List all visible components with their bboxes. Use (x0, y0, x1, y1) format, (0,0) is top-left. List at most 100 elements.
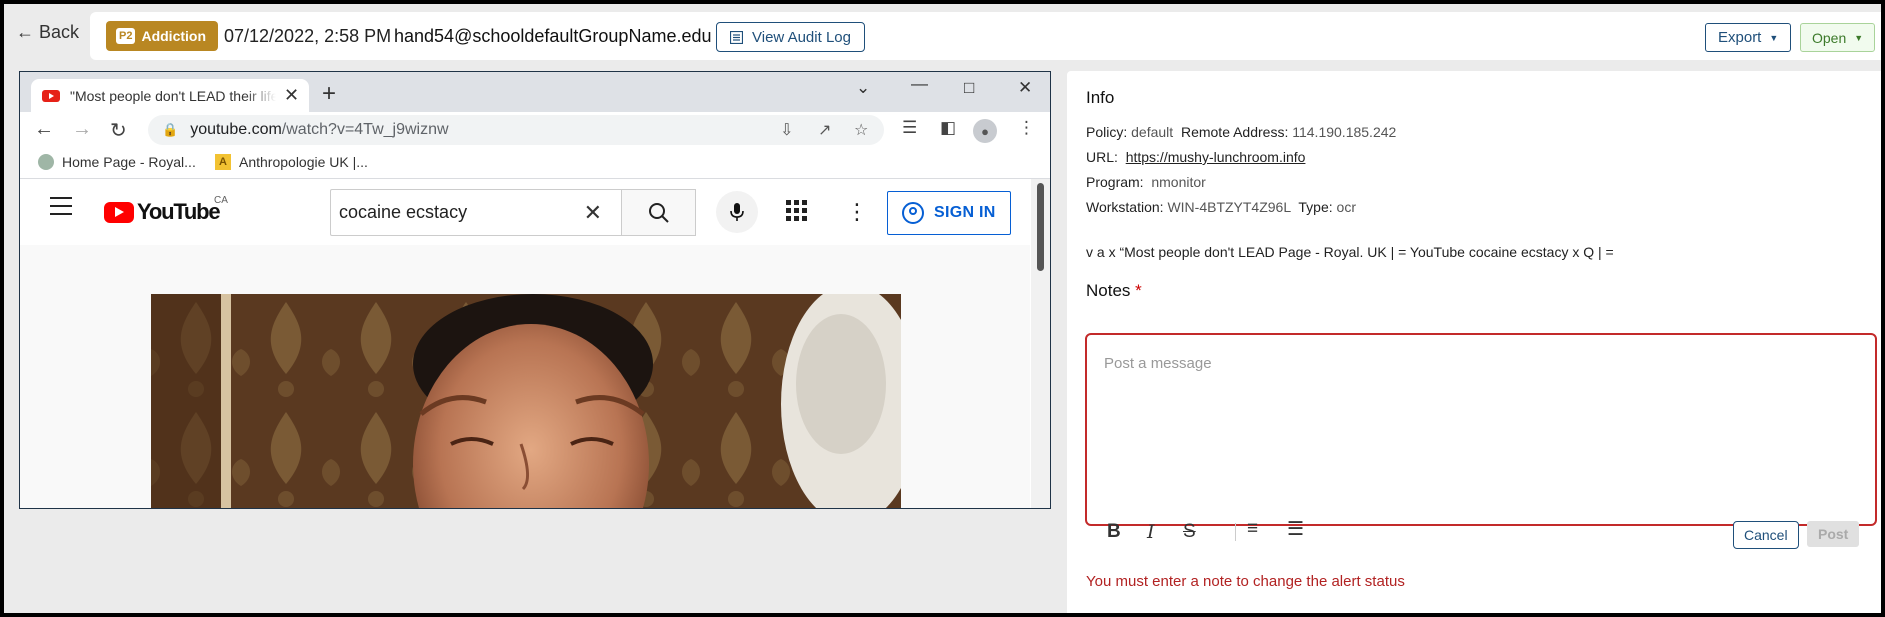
youtube-search-button (621, 189, 696, 236)
category-badge: P2 Addiction (106, 21, 219, 51)
close-icon: ✕ (284, 85, 300, 105)
scrollbar-thumb (1037, 183, 1044, 271)
microphone-icon (716, 191, 758, 233)
policy-row: Policy: default Remote Address: 114.190.… (1086, 124, 1396, 140)
export-label: Export (1718, 29, 1762, 46)
caret-down-icon: ▼ (1769, 32, 1779, 43)
browser-tabstrip: "Most people don't LEAD their life ✕ + ⌄… (20, 72, 1050, 112)
export-dropdown[interactable]: Export ▼ (1705, 23, 1792, 52)
close-icon: ✕ (1018, 78, 1033, 97)
back-button[interactable]: ← Back (16, 22, 79, 43)
top-bar: ← Back P2 Addiction 07/12/2022, 2:58 PM … (4, 4, 1881, 68)
required-mark: * (1135, 281, 1142, 300)
scrollbar (1031, 179, 1050, 508)
browser-tab: "Most people don't LEAD their life ✕ (31, 79, 309, 112)
media-queue-icon: ☰ (902, 118, 918, 137)
validation-error: You must enter a note to change the aler… (1086, 573, 1405, 590)
bookmark-item: A Anthropologie UK |... (215, 154, 368, 170)
maximize-icon: □ (964, 78, 975, 97)
italic-icon[interactable]: I (1147, 521, 1155, 543)
notes-label: Notes (1086, 281, 1131, 300)
plus-icon: + (322, 80, 337, 107)
user-email: hand54@schooldefaultGroupName.edu (394, 26, 712, 46)
url-path: /watch?v=4Tw_j9wiznw (281, 121, 449, 138)
youtube-play-icon (104, 201, 134, 223)
youtube-favicon-icon (42, 89, 60, 102)
caret-down-icon: ▼ (1854, 32, 1864, 43)
profile-icon: ● (973, 119, 997, 143)
numbered-list-icon[interactable]: ☰ (1287, 518, 1304, 541)
bold-icon[interactable]: B (1107, 521, 1121, 543)
tab-title: "Most people don't LEAD their life (70, 87, 276, 104)
policy-value: default (1131, 124, 1174, 140)
program-value: nmonitor (1151, 174, 1206, 190)
youtube-logo: YouTube (104, 199, 221, 225)
bookmarks-bar: Home Page - Royal... A Anthropologie UK … (20, 148, 1050, 179)
bookmark-label: Anthropologie UK |... (239, 154, 368, 170)
bullet-list-icon[interactable]: ≡ (1247, 518, 1258, 540)
url-label: URL: (1086, 149, 1118, 165)
ocr-text: v a x “Most people don't LEAD Page - Roy… (1086, 244, 1614, 260)
cancel-button[interactable]: Cancel (1733, 521, 1799, 549)
royal-favicon-icon (38, 154, 54, 170)
notes-input[interactable]: Post a message (1104, 355, 1212, 372)
account-icon (902, 202, 924, 224)
youtube-wordmark: YouTube (137, 199, 221, 224)
priority-icon: P2 (116, 28, 136, 44)
omnibox-url: youtube.com/watch?v=4Tw_j9wiznw (190, 121, 448, 139)
chevron-down-icon: ⌄ (856, 78, 871, 97)
mic-glyph-icon (730, 203, 744, 221)
install-icon: ⇩ (780, 122, 794, 139)
notes-title: Notes * (1086, 281, 1142, 301)
category-label: Addiction (141, 28, 207, 44)
reload-icon: ↻ (110, 120, 127, 142)
url-row: URL: https://mushy-lunchroom.info (1086, 149, 1305, 165)
apps-grid-icon (786, 200, 807, 221)
status-dropdown[interactable]: Open ▼ (1800, 23, 1876, 52)
notes-editor[interactable]: Post a message B I S ≡ ☰ Cancel Post (1085, 333, 1877, 549)
video-thumbnail-image (151, 294, 901, 508)
post-button[interactable]: Post (1807, 521, 1860, 547)
lock-icon: 🔒 (162, 122, 179, 137)
share-icon: ↗ (818, 122, 832, 139)
remote-address-label: Remote Address: (1180, 124, 1289, 140)
program-label: Program: (1086, 174, 1144, 190)
kebab-menu-icon: ⋮ (1018, 118, 1035, 137)
hamburger-icon (50, 197, 72, 221)
minimize-icon: — (911, 74, 928, 93)
captured-screenshot: "Most people don't LEAD their life ✕ + ⌄… (19, 71, 1051, 509)
app-frame: ← Back P2 Addiction 07/12/2022, 2:58 PM … (4, 4, 1881, 613)
bookmark-item: Home Page - Royal... (38, 154, 196, 170)
workstation-row: Workstation: WIN-4BTZYT4Z96L Type: ocr (1086, 199, 1356, 215)
youtube-search-value: cocaine ecstacy (339, 202, 468, 222)
bookmark-label: Home Page - Royal... (62, 154, 196, 170)
alert-datetime: 07/12/2022, 2:58 PM (224, 26, 392, 46)
close-icon: ✕ (583, 199, 602, 225)
info-title: Info (1086, 88, 1115, 107)
info-panel: Info Policy: default Remote Address: 114… (1067, 71, 1881, 613)
program-row: Program: nmonitor (1086, 174, 1206, 190)
list-icon (730, 30, 743, 44)
strikethrough-icon[interactable]: S (1183, 521, 1196, 543)
remote-address-value: 114.190.185.242 (1292, 124, 1397, 140)
kebab-menu-icon: ⋮ (846, 199, 868, 224)
url-link[interactable]: https://mushy-lunchroom.info (1126, 149, 1306, 165)
type-label: Type: (1298, 199, 1333, 215)
audit-label: View Audit Log (752, 28, 851, 46)
type-value: ocr (1336, 199, 1356, 215)
star-icon: ☆ (854, 122, 869, 139)
omnibox: 🔒 youtube.com/watch?v=4Tw_j9wiznw ⇩ ↗ ☆ (148, 115, 884, 145)
back-label: Back (39, 22, 80, 42)
view-audit-log-button[interactable]: View Audit Log (716, 22, 865, 52)
youtube-masthead: YouTube CA cocaine ecstacy ✕ ⋮ SIGN IN (20, 179, 1030, 245)
address-row: ← → ↻ 🔒 youtube.com/watch?v=4Tw_j9wiznw … (20, 112, 1050, 148)
arrow-left-icon: ← (34, 118, 54, 140)
alert-header: P2 Addiction 07/12/2022, 2:58 PM hand54@… (90, 12, 1881, 60)
anthropologie-favicon-icon: A (215, 154, 231, 170)
status-label: Open (1812, 29, 1847, 46)
youtube-search-box: cocaine ecstacy ✕ (330, 189, 622, 236)
sign-in-label: SIGN IN (934, 204, 996, 221)
toolbar-divider (1235, 523, 1236, 541)
workstation-label: Workstation: (1086, 199, 1164, 215)
region-code: CA (214, 195, 228, 206)
